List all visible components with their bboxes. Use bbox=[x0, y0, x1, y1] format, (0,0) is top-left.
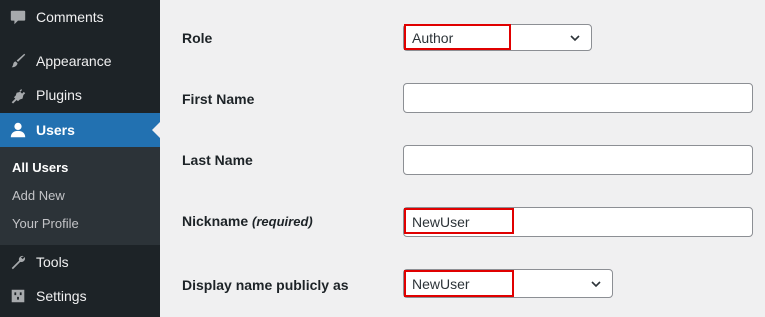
submenu-your-profile[interactable]: Your Profile bbox=[12, 216, 79, 231]
sidebar-item-label: Plugins bbox=[36, 87, 82, 103]
nickname-field[interactable]: NewUser bbox=[403, 207, 753, 237]
settings-icon bbox=[8, 286, 28, 306]
display-name-select[interactable]: NewUser bbox=[403, 269, 613, 298]
sidebar-item-settings[interactable]: Settings bbox=[0, 279, 160, 313]
sidebar-item-label: Appearance bbox=[36, 53, 112, 69]
first-name-label: First Name bbox=[182, 91, 255, 107]
submenu-add-new[interactable]: Add New bbox=[12, 188, 65, 203]
role-value: Author bbox=[412, 29, 454, 46]
sidebar-item-label: Users bbox=[36, 122, 75, 138]
chevron-down-icon bbox=[570, 34, 580, 41]
sidebar-item-label: Tools bbox=[36, 254, 69, 270]
paintbrush-icon bbox=[8, 51, 28, 71]
submenu-all-users[interactable]: All Users bbox=[12, 160, 68, 175]
admin-sidebar: Comments Appearance Plugins Users All Us… bbox=[0, 0, 160, 317]
nickname-label: Nickname (required) bbox=[182, 213, 313, 229]
role-label: Role bbox=[182, 30, 213, 46]
role-select[interactable]: Author bbox=[403, 24, 592, 51]
first-name-field[interactable] bbox=[403, 83, 753, 113]
display-name-label: Display name publicly as bbox=[182, 277, 349, 293]
plugin-icon bbox=[8, 85, 28, 105]
sidebar-item-label: Comments bbox=[36, 9, 104, 25]
sidebar-item-label: Settings bbox=[36, 288, 87, 304]
sidebar-item-users[interactable]: Users bbox=[0, 113, 160, 147]
sidebar-item-appearance[interactable]: Appearance bbox=[0, 44, 160, 78]
required-note: (required) bbox=[252, 214, 313, 229]
sidebar-item-plugins[interactable]: Plugins bbox=[0, 78, 160, 112]
user-icon bbox=[8, 120, 28, 140]
wrench-icon bbox=[8, 252, 28, 272]
display-name-value: NewUser bbox=[412, 275, 470, 292]
comment-icon bbox=[8, 7, 28, 27]
sidebar-item-comments[interactable]: Comments bbox=[0, 0, 160, 34]
profile-form: Role Author First Name Last Name Nicknam… bbox=[160, 0, 765, 317]
nickname-value: NewUser bbox=[412, 214, 470, 230]
last-name-label: Last Name bbox=[182, 152, 253, 168]
sidebar-item-tools[interactable]: Tools bbox=[0, 245, 160, 279]
chevron-down-icon bbox=[591, 280, 601, 287]
users-submenu: All Users Add New Your Profile bbox=[0, 147, 160, 245]
last-name-field[interactable] bbox=[403, 145, 753, 175]
